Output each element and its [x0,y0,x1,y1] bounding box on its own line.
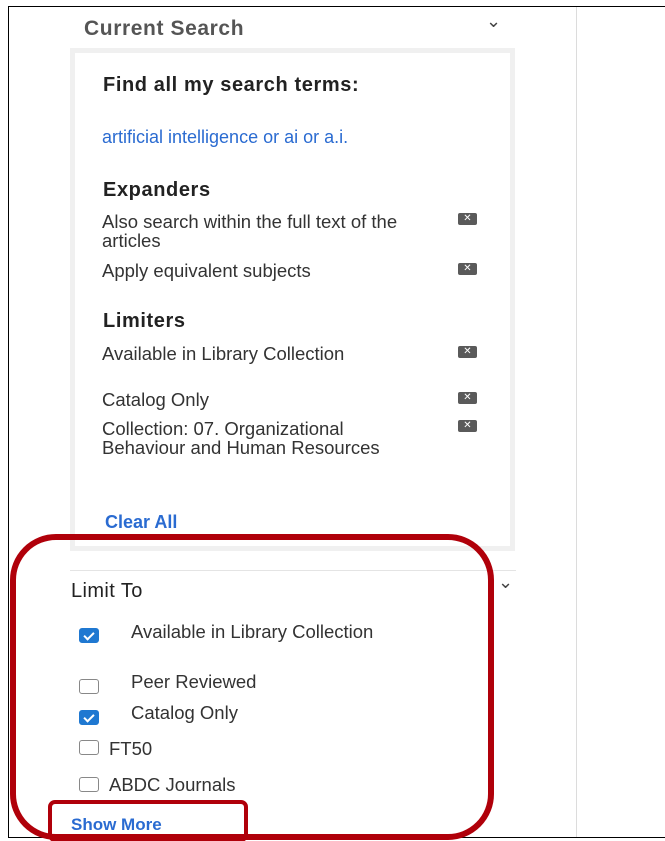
close-icon[interactable]: ✕ [458,392,477,404]
limiter-item: Catalog Only [102,389,209,410]
current-search-box: Find all my search terms: artificial int… [70,48,515,551]
expanders-heading: Expanders [103,179,211,201]
limiter-item: Available in Library Collection [102,343,345,364]
close-icon[interactable]: ✕ [458,346,477,358]
limiters-heading: Limiters [103,310,186,332]
highlight-box [48,800,248,841]
current-search-title: Current Search [84,17,245,40]
expander-item: Also search within the full text of the … [102,211,398,251]
close-icon[interactable]: ✕ [458,213,477,225]
limiter-item: Collection: 07. Organizational Behaviour… [102,418,380,458]
search-term-link[interactable]: artificial intelligence or ai or a.i. [102,128,492,146]
chevron-down-icon[interactable]: ⌄ [498,573,513,591]
expander-item: Apply equivalent subjects [102,260,311,281]
highlight-box [10,534,494,840]
column-divider [576,7,577,837]
close-icon[interactable]: ✕ [458,263,477,275]
clear-all-link[interactable]: Clear All [105,512,177,533]
chevron-down-icon[interactable]: ⌄ [486,12,501,30]
find-all-heading: Find all my search terms: [103,74,360,96]
close-icon[interactable]: ✕ [458,420,477,432]
